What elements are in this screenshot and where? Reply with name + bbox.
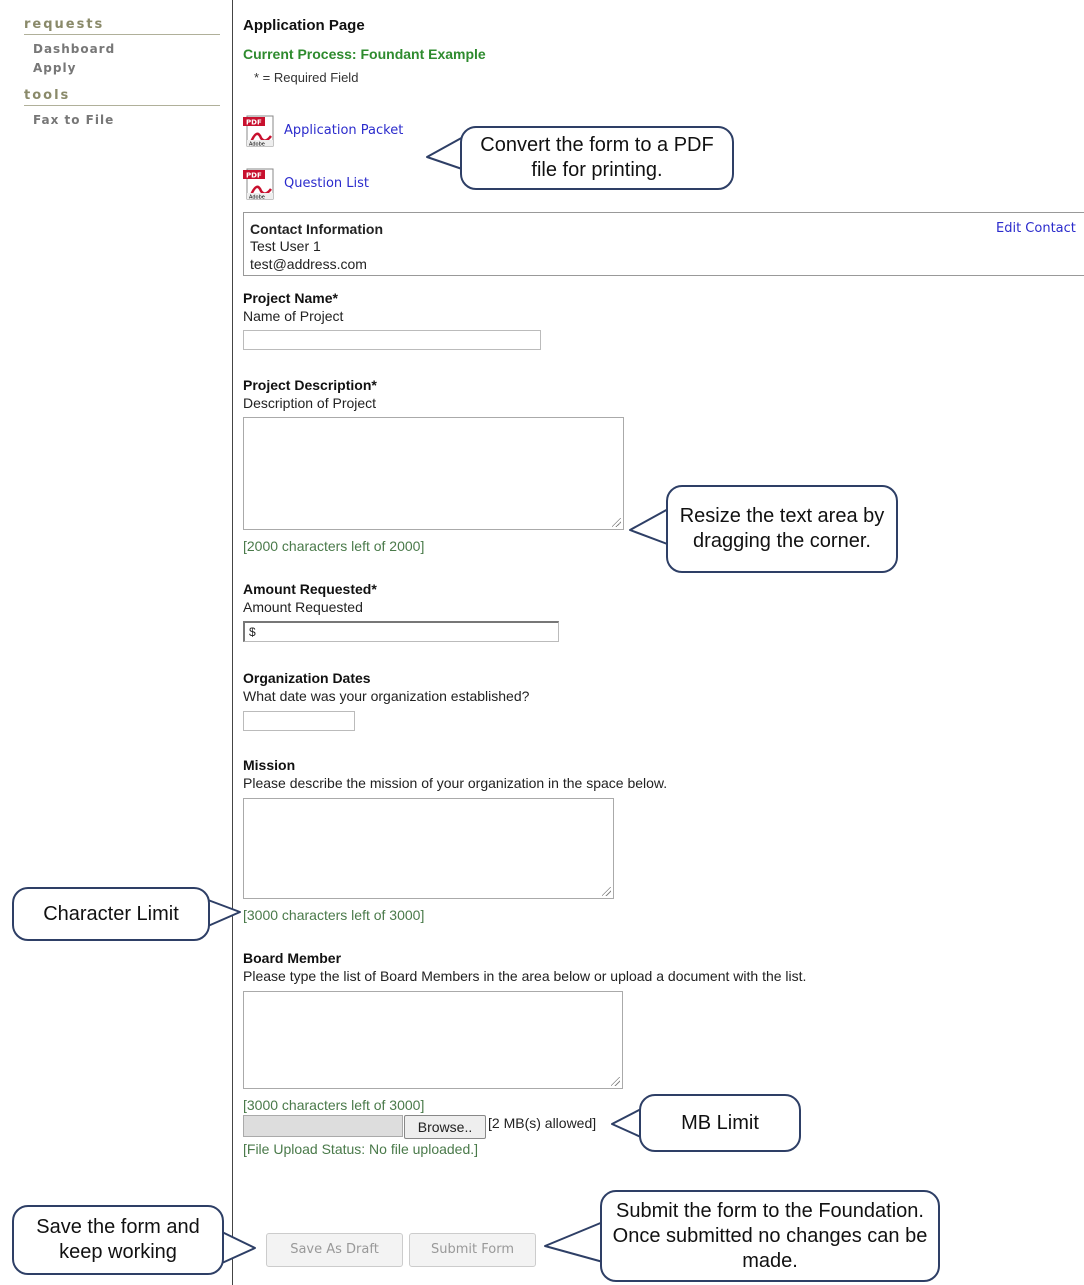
svg-text:Adobe: Adobe <box>249 142 265 148</box>
file-upload-status: [File Upload Status: No file uploaded.] <box>243 1141 479 1157</box>
project-name-description: Name of Project <box>243 308 344 324</box>
mission-character-count: [3000 characters left of 3000] <box>243 907 425 923</box>
organization-date-input[interactable] <box>243 711 355 731</box>
project-description-description: Description of Project <box>243 395 377 411</box>
required-field-note: * = Required Field <box>254 70 359 85</box>
page-title: Application Page <box>243 17 365 34</box>
pdf-icon[interactable]: PDF Adobe <box>243 114 277 148</box>
board-member-textarea[interactable] <box>243 991 623 1089</box>
callout-resize: Resize the text area by dragging the cor… <box>666 485 898 573</box>
sidebar-item-dashboard[interactable]: Dashboard <box>33 42 115 56</box>
project-description-label: Project Description* <box>243 377 377 393</box>
file-path-field[interactable] <box>243 1115 403 1137</box>
mission-textarea[interactable] <box>243 798 614 899</box>
mission-description: Please describe the mission of your orga… <box>243 775 668 791</box>
submit-form-button[interactable]: Submit Form <box>409 1233 536 1267</box>
callout-submit: Submit the form to the Foundation. Once … <box>600 1190 940 1282</box>
mission-label: Mission <box>243 757 296 773</box>
board-member-description: Please type the list of Board Members in… <box>243 968 807 984</box>
file-size-limit: [2 MB(s) allowed] <box>488 1115 597 1131</box>
project-name-label: Project Name* <box>243 290 338 306</box>
save-as-draft-button[interactable]: Save As Draft <box>266 1233 403 1267</box>
contact-title: Contact Information <box>250 221 383 237</box>
organization-dates-label: Organization Dates <box>243 670 371 686</box>
resize-grip[interactable] <box>602 887 611 896</box>
application-packet-link[interactable]: Application Packet <box>284 123 403 138</box>
project-name-input[interactable] <box>243 330 541 350</box>
pdf-icon[interactable]: PDF Adobe <box>243 167 277 201</box>
callout-mb-limit: MB Limit <box>639 1094 801 1152</box>
callout-character-limit: Character Limit <box>12 887 210 941</box>
amount-requested-label: Amount Requested* <box>243 581 377 597</box>
contact-name: Test User 1 <box>250 238 321 254</box>
sidebar-item-fax-to-file[interactable]: Fax to File <box>33 113 114 127</box>
content-divider <box>232 0 233 1285</box>
current-process: Current Process: Foundant Example <box>243 46 486 62</box>
contact-email: test@address.com <box>250 256 367 272</box>
project-description-character-count: [2000 characters left of 2000] <box>243 538 425 554</box>
edit-contact-link[interactable]: Edit Contact <box>996 221 1076 236</box>
sidebar-heading-tools: tools <box>24 88 220 106</box>
sidebar-heading-requests: requests <box>24 17 220 35</box>
board-member-character-count: [3000 characters left of 3000] <box>243 1097 425 1113</box>
resize-grip[interactable] <box>612 518 621 527</box>
organization-dates-description: What date was your organization establis… <box>243 688 530 704</box>
resize-grip[interactable] <box>611 1077 620 1086</box>
sidebar-item-apply[interactable]: Apply <box>33 61 76 75</box>
project-description-textarea[interactable] <box>243 417 624 530</box>
question-list-link[interactable]: Question List <box>284 176 369 191</box>
amount-requested-input[interactable]: $ <box>243 621 559 642</box>
amount-requested-description: Amount Requested <box>243 599 363 615</box>
svg-text:Adobe: Adobe <box>249 195 265 201</box>
contact-information-panel: Contact Information Test User 1 test@add… <box>243 212 1084 276</box>
callout-save: Save the form and keep working <box>12 1205 224 1275</box>
callout-pdf: Convert the form to a PDF file for print… <box>460 126 734 190</box>
callout-pointers <box>207 135 671 1264</box>
board-member-label: Board Member <box>243 950 342 966</box>
svg-text:PDF: PDF <box>246 119 262 127</box>
svg-text:PDF: PDF <box>246 172 262 180</box>
browse-button[interactable]: Browse.. <box>404 1115 486 1139</box>
